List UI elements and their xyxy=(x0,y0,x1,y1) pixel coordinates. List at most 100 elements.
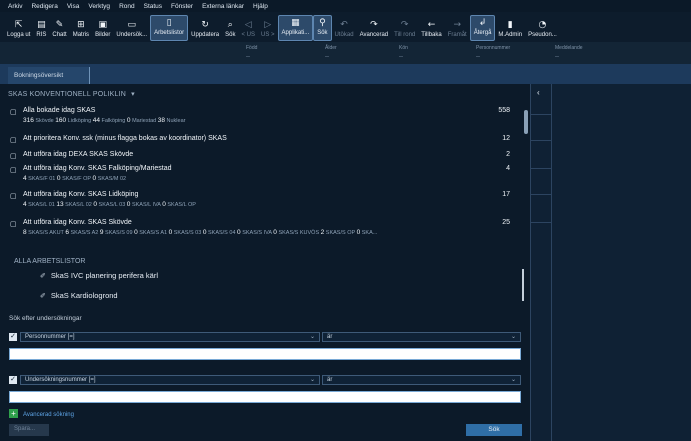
list-item-count: 558 xyxy=(498,107,510,114)
toolbar-button[interactable]: ▯ Arbetslistor xyxy=(150,15,189,41)
breakdown-count: 0 xyxy=(93,201,98,208)
filter-value-age: -- xyxy=(325,54,329,60)
toolbar-button[interactable]: ⊞ Matris xyxy=(70,14,92,42)
breakdown-count: 0 xyxy=(237,229,241,236)
images-icon: ▣ xyxy=(98,20,107,30)
toolbar-button[interactable]: ◁ < US xyxy=(238,14,258,42)
filter-value-personnummer: -- xyxy=(476,54,480,60)
breakdown-count: 38 xyxy=(157,117,165,124)
menu-item[interactable]: Redigera xyxy=(31,3,57,10)
toolbar-button-label: Logga ut xyxy=(7,32,31,38)
breakdown-count: 9 xyxy=(99,229,104,236)
toolbar-button[interactable]: ← Tillbaka xyxy=(418,14,444,42)
toolbar-button[interactable]: ⌕ Sök xyxy=(222,14,238,42)
list-scrollbar[interactable] xyxy=(524,110,528,250)
search-title: Sök efter undersökningar xyxy=(9,315,82,322)
breakdown-count: 44 xyxy=(92,117,100,124)
menu-item[interactable]: Verktyg xyxy=(88,3,110,10)
toolbar-button-label: M.Admin xyxy=(498,32,523,38)
toolbar-button[interactable]: ↷ Till rond xyxy=(391,14,418,42)
field2-checkbox[interactable]: ✓ xyxy=(9,376,17,384)
toolbar-button[interactable]: ◔ Pseudon... xyxy=(525,14,560,42)
field1-select[interactable]: Personnummer [=] ⌄ xyxy=(20,332,320,342)
all-worklists-title: ALLA ARBETSLISTOR xyxy=(14,258,86,265)
toolbar-button[interactable]: ▣ Bilder xyxy=(92,14,113,42)
breakdown-label: SKAS/S A2 xyxy=(70,230,99,236)
toolbar-button[interactable]: ▤ RIS xyxy=(33,14,49,42)
menu-item[interactable]: Visa xyxy=(67,3,80,10)
toolbar-button[interactable]: ▷ US > xyxy=(258,14,278,42)
toolbar-button[interactable]: ✎ Chatt xyxy=(49,14,69,42)
tab-booking-overview[interactable]: Bokningsöversikt xyxy=(8,67,90,84)
toolbar-button[interactable]: ▮ M.Admin xyxy=(495,14,525,42)
breakdown-count: 0 xyxy=(168,229,173,236)
field1-checkbox[interactable]: ✓ xyxy=(9,333,17,341)
breakdown-label: SKAS/L IVA xyxy=(131,202,161,208)
breakdown-label: SKAS/S A1 xyxy=(139,230,168,236)
breakdown-label: Falköping xyxy=(101,118,126,124)
toolbar-button[interactable]: ▭ Undersök... xyxy=(113,14,150,42)
toolbar-button[interactable]: ⇱ Logga ut xyxy=(4,14,33,42)
list-item-title: Att prioritera Konv. ssk (minus flagga b… xyxy=(23,135,227,142)
field2-select[interactable]: Undersökningsnummer [=] ⌄ xyxy=(20,375,320,385)
toolbar-button-label: < US xyxy=(241,32,255,38)
save-button[interactable]: Spara... xyxy=(9,424,49,436)
section-header[interactable]: SKAS KONVENTIONELL POLIKLIN ▾ xyxy=(8,90,135,98)
logout-icon: ⇱ xyxy=(14,20,23,30)
return-icon: ↲ xyxy=(478,18,487,28)
menu-item[interactable]: Fönster xyxy=(171,3,193,10)
toolbar-button[interactable]: ▦ Applikati... xyxy=(277,15,314,41)
breakdown-count: 0 xyxy=(134,229,138,236)
toolbar-button-label: Sök xyxy=(225,32,236,38)
search-panel: Sök efter undersökningar ✓ Personnummer … xyxy=(0,310,530,441)
toolbar-button[interactable]: ↶ Utökad xyxy=(332,14,357,42)
toolbar-button-label: RIS xyxy=(36,32,47,38)
toolbar-button-label: Avancerad xyxy=(359,32,389,38)
field2-operator-select[interactable]: är ⌄ xyxy=(322,375,521,385)
add-icon: + xyxy=(9,409,18,418)
breakdown-count: 160 xyxy=(55,117,67,124)
worklist-item[interactable]: ✐ SkaS IVC planering perifera kärl xyxy=(40,271,158,280)
filter-label-born: Född xyxy=(246,45,258,51)
breakdown-label: SKAS/S 03 xyxy=(173,230,202,236)
toolbar-button-label: Pseudon... xyxy=(528,32,557,38)
pin-icon[interactable]: ✐ xyxy=(40,292,46,300)
collapse-panel-icon[interactable]: ‹ xyxy=(537,88,540,97)
toolbar-button[interactable]: → Framåt xyxy=(445,14,470,42)
toolbar-button-label: Sök xyxy=(317,30,328,36)
toolbar-button[interactable]: ⚲ Sök xyxy=(313,15,332,41)
menu-bar: Arkiv Redigera Visa Verktyg Rond Status Fönste… xyxy=(0,0,691,12)
toolbar-button[interactable]: ↻ Uppdatera xyxy=(188,14,222,42)
worklist-item[interactable]: ✐ SkaS Kardiologrond xyxy=(40,291,118,300)
pseudonym-icon: ◔ xyxy=(538,20,547,30)
filter-value-born: -- xyxy=(246,54,250,60)
breakdown-count: 4 xyxy=(23,201,27,208)
breakdown-label: SKAS/S AKUT xyxy=(28,230,64,236)
booking-overview-panel: SKAS KONVENTIONELL POLIKLIN ▾ ▢ Alla boka… xyxy=(0,84,530,254)
examination-number-input[interactable] xyxy=(9,391,521,403)
divider xyxy=(531,140,551,141)
pin-icon[interactable]: ✐ xyxy=(40,272,46,280)
scrollbar-thumb[interactable] xyxy=(524,110,528,134)
field1-operator: är xyxy=(327,334,333,340)
advanced-search-link[interactable]: + Avancerad sökning xyxy=(9,409,74,418)
field1-operator-select[interactable]: är ⌄ xyxy=(322,332,521,342)
menu-item[interactable]: Hjälp xyxy=(253,3,268,10)
chevron-down-icon[interactable]: ▾ xyxy=(131,90,135,98)
menu-item[interactable]: Arkiv xyxy=(8,3,22,10)
menu-item[interactable]: Externa länkar xyxy=(202,3,244,10)
breakdown-label: SKAS/S 09 xyxy=(105,230,133,236)
forward-icon: → xyxy=(453,20,461,30)
toolbar-button[interactable]: ↷ Avancerad xyxy=(357,14,392,42)
menu-item[interactable]: Rond xyxy=(119,3,135,10)
toolbar-button-label: Chatt xyxy=(52,32,67,38)
menu-item[interactable]: Status xyxy=(144,3,162,10)
toolbar-button[interactable]: ↲ Återgå xyxy=(469,15,496,41)
personnummer-input[interactable] xyxy=(9,348,521,360)
clipboard-icon: ▢ xyxy=(10,166,17,174)
search-button[interactable]: Sök xyxy=(466,424,522,436)
toolbar-button-label: Till rond xyxy=(394,32,416,38)
chat-icon: ✎ xyxy=(55,20,64,30)
breakdown-label: SKAS/S 04 xyxy=(207,230,236,236)
worklists-scrollbar[interactable] xyxy=(522,269,524,301)
